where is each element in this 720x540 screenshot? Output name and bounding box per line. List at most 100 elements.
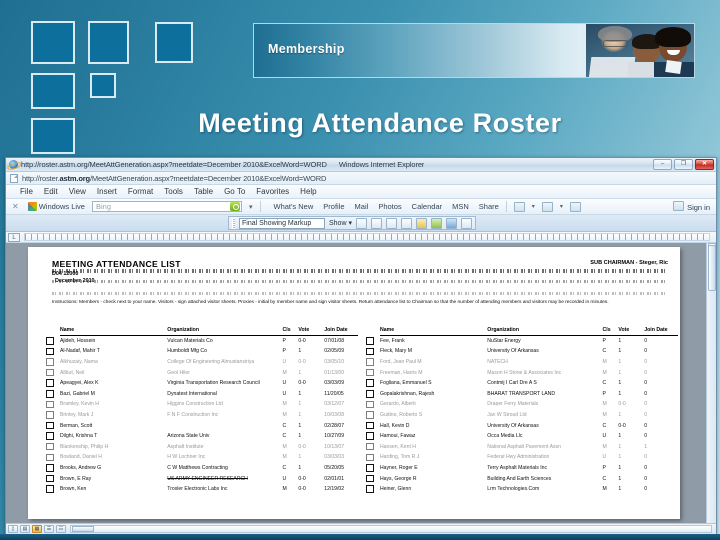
address-bar[interactable]: http://roster.astm.org/MeetAttGeneration… [6,172,716,185]
member-organization: College Of Engineering Almustansiriya [167,358,255,365]
chevron-down-icon[interactable]: ▾ [532,203,535,210]
attendance-checkbox[interactable] [366,421,374,430]
word-reviewing-toolbar: Final Showing Markup Show ▾ [6,215,716,232]
attendance-checkbox[interactable] [46,474,54,483]
member-join-date: 0 [644,411,648,418]
previous-change-icon[interactable] [355,217,367,229]
attendance-checkbox[interactable] [46,453,54,462]
windows-live-label: Windows Live [38,202,85,211]
reject-change-icon[interactable] [400,217,412,229]
menu-item-edit[interactable]: Edit [44,187,58,196]
attendance-checkbox[interactable] [366,432,374,440]
live-link-photos[interactable]: Photos [378,202,401,211]
people-icon[interactable] [569,201,581,212]
search-dropdown-caret[interactable]: ▾ [249,203,253,211]
attendance-checkbox[interactable] [46,379,54,387]
menu-item-favorites[interactable]: Favorites [256,187,289,196]
attendance-checkbox[interactable] [366,453,374,462]
reading-view-icon[interactable]: ☷ [56,525,66,533]
menu-item-go-to[interactable]: Go To [224,187,245,196]
attendance-checkbox[interactable] [366,358,374,366]
display-for-review-select[interactable]: Final Showing Markup [239,217,325,229]
attendance-checkbox[interactable] [366,368,374,377]
url-domain: astm.org [59,173,91,183]
search-input[interactable]: Bing [91,201,242,212]
scrollbar-thumb[interactable] [708,245,716,291]
chevron-down-icon[interactable]: ▾ [560,203,563,210]
menu-item-insert[interactable]: Insert [97,187,117,196]
outline-view-icon[interactable]: ☰ [44,525,54,533]
menu-item-format[interactable]: Format [128,187,153,196]
live-link-calendar[interactable]: Calendar [412,202,442,211]
document-horizontal-scrollbar[interactable] [70,525,712,533]
normal-view-icon[interactable]: ▯ [8,525,18,533]
attendance-checkbox[interactable] [46,464,54,472]
member-organization: Humboldt Mfg Co [167,348,207,355]
table-row: Fleck, Mary M University Of Arkansas C 1 0 [366,346,678,357]
attendance-checkbox[interactable] [366,411,374,419]
show-menu-button[interactable]: Show ▾ [329,219,352,227]
search-go-icon[interactable] [229,202,240,211]
member-organization: Asphalt Institute [167,443,204,450]
member-name: Alkhuzaiy, Nama [60,358,98,365]
attendance-checkbox[interactable] [46,400,54,409]
member-vote: 0-0 [298,337,306,344]
hscrollbar-thumb[interactable] [72,526,94,532]
print-layout-view-icon[interactable]: ▦ [32,525,42,533]
reviewing-pane-icon[interactable] [460,217,472,229]
attendance-checkbox[interactable] [366,400,374,409]
attendance-checkbox[interactable] [46,347,54,356]
minimize-button[interactable]: – [653,159,672,170]
attendance-checkbox[interactable] [46,337,54,345]
menu-item-table[interactable]: Table [194,187,213,196]
menu-item-file[interactable]: File [20,187,33,196]
translate-icon[interactable] [541,201,553,212]
attendance-checkbox[interactable] [46,390,54,398]
decorative-square [31,118,75,154]
document-vertical-scrollbar[interactable]: ▲ ▼ [706,243,716,534]
menu-item-view[interactable]: View [69,187,86,196]
live-link-whats-new[interactable]: What's New [274,202,314,211]
live-link-mail[interactable]: Mail [355,202,369,211]
attendance-checkbox[interactable] [46,442,54,451]
attendance-checkbox[interactable] [46,485,54,493]
attendance-checkbox[interactable] [366,485,374,493]
close-button[interactable]: ✕ [695,159,714,170]
attendance-checkbox[interactable] [46,432,54,440]
member-name: Fee, Frank [380,337,405,344]
toolbar-grip-handle[interactable] [232,217,235,229]
banner-photo [586,24,694,77]
attendance-checkbox[interactable] [366,337,374,345]
sign-in-link[interactable]: Sign in [673,201,710,212]
live-link-profile[interactable]: Profile [323,202,344,211]
attendance-checkbox[interactable] [366,347,374,356]
attendance-checkbox[interactable] [366,464,374,472]
attendance-checkbox[interactable] [46,411,54,419]
attendance-checkbox[interactable] [366,474,374,483]
table-row: Brown, Ken Troxler Electronic Labs Inc M 0-… [46,484,358,495]
menu-item-help[interactable]: Help [300,187,316,196]
windows-live-brand: Windows Live [27,202,85,211]
attendance-checkbox[interactable] [46,358,54,366]
attendance-checkbox[interactable] [366,442,374,451]
attendance-checkbox[interactable] [366,390,374,398]
attendance-checkbox[interactable] [46,421,54,430]
ruler-track[interactable] [24,233,710,241]
maximize-button[interactable]: ❐ [674,159,693,170]
close-toolbar-icon[interactable]: ✕ [10,202,21,211]
web-layout-view-icon[interactable]: ▤ [20,525,30,533]
member-name: Dilghi, Krishna T [60,433,98,440]
live-link-msn[interactable]: MSN [452,202,469,211]
track-changes-icon[interactable] [445,217,457,229]
highlight-icon[interactable] [513,201,525,212]
tab-selector-icon[interactable]: L [8,232,20,242]
attendance-checkbox[interactable] [366,379,374,387]
next-change-icon[interactable] [370,217,382,229]
accept-change-icon[interactable] [385,217,397,229]
live-link-share[interactable]: Share [479,202,499,211]
menu-item-tools[interactable]: Tools [164,187,183,196]
highlight-comment-icon[interactable] [430,217,442,229]
new-comment-icon[interactable] [415,217,427,229]
column-header-cls: Cls [282,327,291,333]
attendance-checkbox[interactable] [46,368,54,377]
